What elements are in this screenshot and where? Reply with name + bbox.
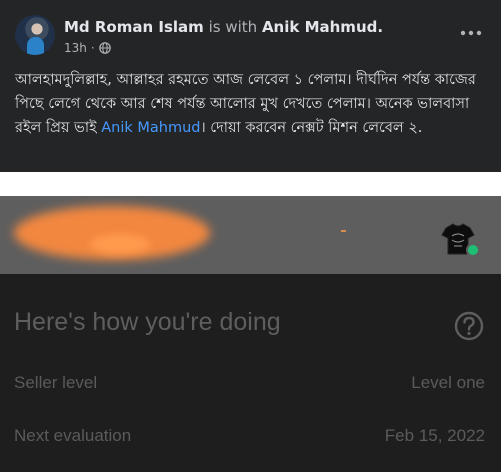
online-status-dot [466,243,480,257]
seller-level-value: Level one [411,373,485,392]
dot-separator: · [90,41,95,55]
with-text: is with [208,18,258,36]
post-meta: 13h · [64,41,111,55]
next-evaluation-label: Next evaluation [14,426,132,445]
avatar[interactable] [15,15,55,55]
card-title: Here's how you're doing [14,308,281,336]
image-top-strip [0,172,501,196]
post-time[interactable]: 13h [64,41,87,55]
question-mark-icon[interactable] [453,310,485,342]
next-evaluation-value: Feb 15, 2022 [384,426,485,445]
tagged-name[interactable]: Anik Mahmud. [262,18,383,36]
author-name[interactable]: Md Roman Islam [64,18,204,36]
globe-icon [98,42,111,54]
avatar-figure [27,37,44,55]
mention-link[interactable]: Anik Mahmud [101,120,200,136]
author-line: Md Roman Islam is with Anik Mahmud. [64,18,383,36]
redaction-scribble-2 [90,234,150,254]
more-options-icon[interactable] [457,23,485,43]
post-header: Md Roman Islam is with Anik Mahmud. 13h … [0,0,501,66]
seller-level-label: Seller level [14,373,98,392]
post-text-part-2: । দোয়া করবেন নেক্সট মিশন লেবেল ২. [200,120,423,136]
post-text: আলহামদুলিল্লাহ, আল্লাহর রহমতে আজ লেবেল ১… [15,68,490,140]
small-mark [341,230,346,232]
seller-card: Here's how you're doing Seller level Lev… [0,274,501,472]
